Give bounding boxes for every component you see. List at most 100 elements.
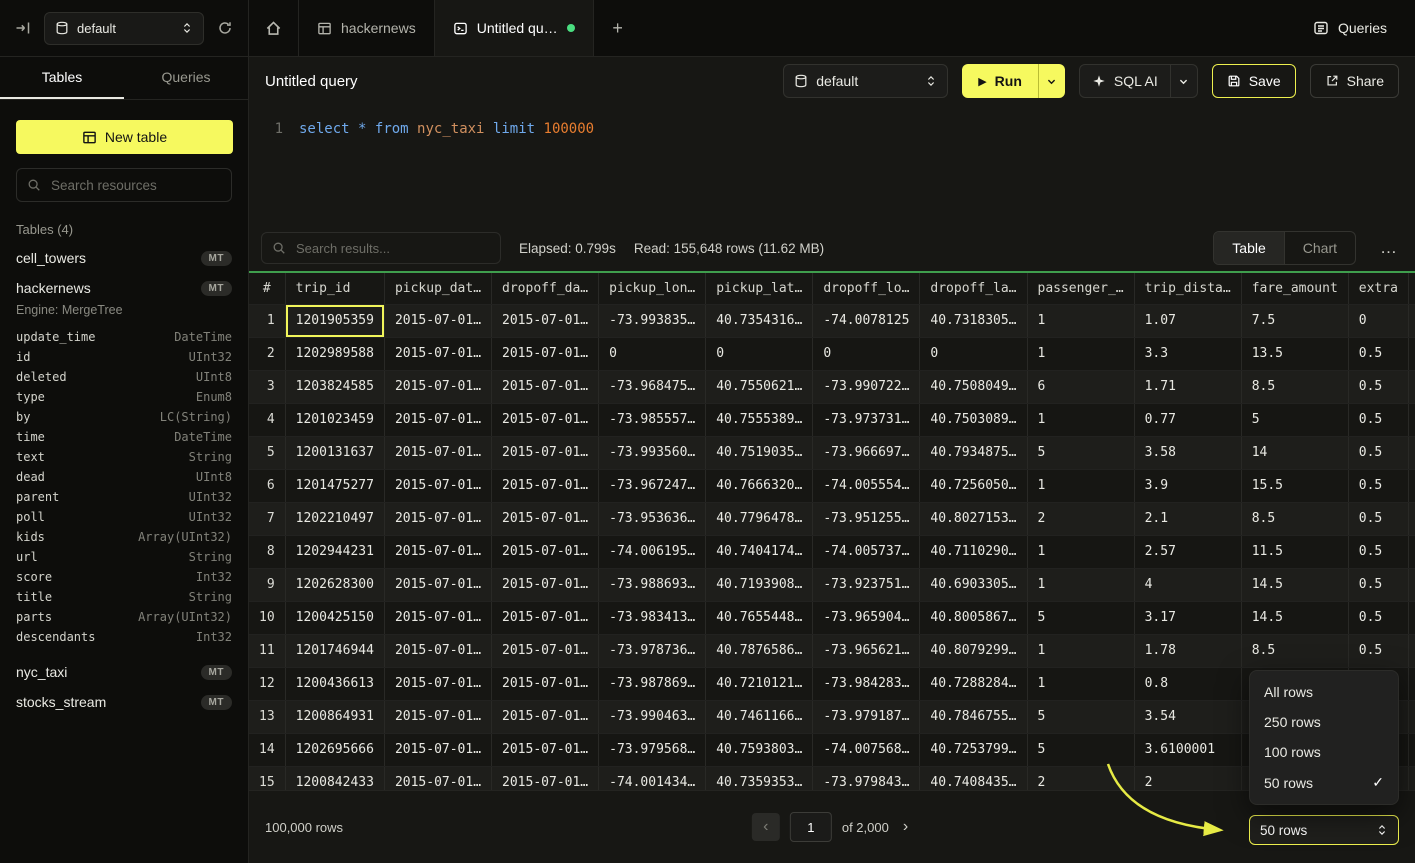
cell[interactable]: 40.7555389… xyxy=(706,403,813,436)
cell[interactable]: 1200131637 xyxy=(285,436,384,469)
row-number[interactable]: 7 xyxy=(249,502,285,535)
cell[interactable]: 14.5 xyxy=(1241,601,1348,634)
cell[interactable]: 1201746944 xyxy=(285,634,384,667)
cell[interactable]: 40.7461166… xyxy=(706,700,813,733)
cell[interactable]: 2015-07-01… xyxy=(384,469,491,502)
cell[interactable]: 1.07 xyxy=(1134,304,1241,337)
cell[interactable]: 1 xyxy=(1408,337,1415,370)
cell[interactable]: 0 xyxy=(1348,304,1408,337)
cell[interactable]: 1 xyxy=(1027,634,1134,667)
collapse-sidebar-button[interactable] xyxy=(12,17,34,39)
cell[interactable]: 2015-07-01… xyxy=(384,403,491,436)
row-number[interactable]: 14 xyxy=(249,733,285,766)
cell[interactable]: 2015-07-01… xyxy=(492,601,599,634)
tab-hackernews[interactable]: hackernews xyxy=(299,0,435,56)
cell[interactable]: 40.7503089… xyxy=(920,403,1027,436)
cell[interactable]: 2015-07-01… xyxy=(492,568,599,601)
cell[interactable]: 13.5 xyxy=(1241,337,1348,370)
cell[interactable]: 3.58 xyxy=(1134,436,1241,469)
cell[interactable]: -73.978736… xyxy=(599,634,706,667)
cell[interactable]: 0 xyxy=(813,337,920,370)
cell[interactable]: 2015-07-01… xyxy=(384,700,491,733)
row-number[interactable]: 4 xyxy=(249,403,285,436)
cell[interactable]: 1202210497 xyxy=(285,502,384,535)
cell[interactable]: 2015-07-01… xyxy=(492,667,599,700)
page-number-input[interactable] xyxy=(790,812,832,842)
cell[interactable]: 5 xyxy=(1027,436,1134,469)
results-menu-button[interactable]: … xyxy=(1374,236,1403,260)
column-header[interactable]: # xyxy=(249,273,285,304)
cell[interactable]: 40.7354316… xyxy=(706,304,813,337)
cell[interactable]: 0 xyxy=(920,337,1027,370)
cell[interactable]: 1 xyxy=(1027,337,1134,370)
cell[interactable]: 0.5 xyxy=(1348,601,1408,634)
cell[interactable]: 1.78 xyxy=(1134,634,1241,667)
column-header[interactable]: extra xyxy=(1348,273,1408,304)
cell[interactable]: 1 xyxy=(1027,535,1134,568)
cell[interactable]: 40.8005867… xyxy=(920,601,1027,634)
column-header[interactable]: pickup_lon… xyxy=(599,273,706,304)
sidebar-table-nyc_taxi[interactable]: nyc_taxiMT xyxy=(0,657,248,687)
cell[interactable]: 0.5 xyxy=(1348,403,1408,436)
cell[interactable] xyxy=(1408,667,1415,700)
cell[interactable]: 40.7110290… xyxy=(920,535,1027,568)
cell[interactable]: 4 xyxy=(1134,568,1241,601)
sidebar-table-hackernews[interactable]: hackernewsMT xyxy=(0,273,248,303)
view-tab-table[interactable]: Table xyxy=(1214,232,1284,264)
cell[interactable]: 14 xyxy=(1241,436,1348,469)
row-number[interactable]: 15 xyxy=(249,766,285,790)
cell[interactable]: 40.7550621… xyxy=(706,370,813,403)
cell[interactable] xyxy=(1408,766,1415,790)
rows-option-100-rows[interactable]: 100 rows xyxy=(1250,737,1398,767)
cell[interactable]: 3.17 xyxy=(1134,601,1241,634)
cell[interactable]: 1201905359 xyxy=(285,304,384,337)
cell[interactable]: -73.990722… xyxy=(813,370,920,403)
row-number[interactable]: 8 xyxy=(249,535,285,568)
cell[interactable]: 40.7256050… xyxy=(920,469,1027,502)
cell[interactable]: 2015-07-01… xyxy=(492,502,599,535)
cell[interactable]: -73.965621… xyxy=(813,634,920,667)
cell[interactable]: 2.1 xyxy=(1134,502,1241,535)
share-button[interactable]: Share xyxy=(1310,64,1399,98)
results-search-input[interactable] xyxy=(294,240,490,257)
cell[interactable]: 8.5 xyxy=(1241,370,1348,403)
cell[interactable]: -73.979568… xyxy=(599,733,706,766)
cell[interactable]: -73.979843… xyxy=(813,766,920,790)
rows-option-50-rows[interactable]: 50 rows✓ xyxy=(1250,767,1398,798)
home-tab[interactable] xyxy=(249,0,299,56)
new-tab-button[interactable]: + xyxy=(594,0,642,56)
cell[interactable]: -74.005737… xyxy=(813,535,920,568)
cell[interactable]: 40.7796478… xyxy=(706,502,813,535)
cell[interactable]: 40.7288284… xyxy=(920,667,1027,700)
cell[interactable]: 2015-07-01… xyxy=(384,667,491,700)
row-number[interactable]: 5 xyxy=(249,436,285,469)
cell[interactable]: 2 xyxy=(1408,535,1415,568)
cell[interactable]: -73.984283… xyxy=(813,667,920,700)
sql-editor[interactable]: 1 select * from nyc_taxi limit 100000 xyxy=(249,105,1415,225)
cell[interactable]: 2015-07-01… xyxy=(384,304,491,337)
cell[interactable]: 2015-07-01… xyxy=(492,370,599,403)
cell[interactable]: 40.7593803… xyxy=(706,733,813,766)
cell[interactable]: 2015-07-01… xyxy=(384,568,491,601)
page-size-select[interactable]: 50 rows xyxy=(1249,815,1399,845)
cell[interactable]: 0.5 xyxy=(1348,436,1408,469)
cell[interactable]: -73.985557… xyxy=(599,403,706,436)
row-number[interactable]: 11 xyxy=(249,634,285,667)
tab-untitled-query[interactable]: Untitled qu… xyxy=(435,0,594,56)
cell[interactable]: -73.983413… xyxy=(599,601,706,634)
cell[interactable]: 5 xyxy=(1027,601,1134,634)
row-number[interactable]: 6 xyxy=(249,469,285,502)
cell[interactable]: 11.5 xyxy=(1241,535,1348,568)
cell[interactable]: 1 xyxy=(1027,667,1134,700)
cell[interactable]: 2015-07-01… xyxy=(384,634,491,667)
cell[interactable]: 2015-07-01… xyxy=(384,535,491,568)
cell[interactable] xyxy=(1408,733,1415,766)
cell[interactable]: 8.5 xyxy=(1241,634,1348,667)
cell[interactable]: 40.7519035… xyxy=(706,436,813,469)
cell[interactable]: -73.987869… xyxy=(599,667,706,700)
cell[interactable]: -73.990463… xyxy=(599,700,706,733)
column-header[interactable]: pickup_lat… xyxy=(706,273,813,304)
cell[interactable]: 15.5 xyxy=(1241,469,1348,502)
cell[interactable]: 1 xyxy=(1408,634,1415,667)
cell[interactable]: -73.965904… xyxy=(813,601,920,634)
